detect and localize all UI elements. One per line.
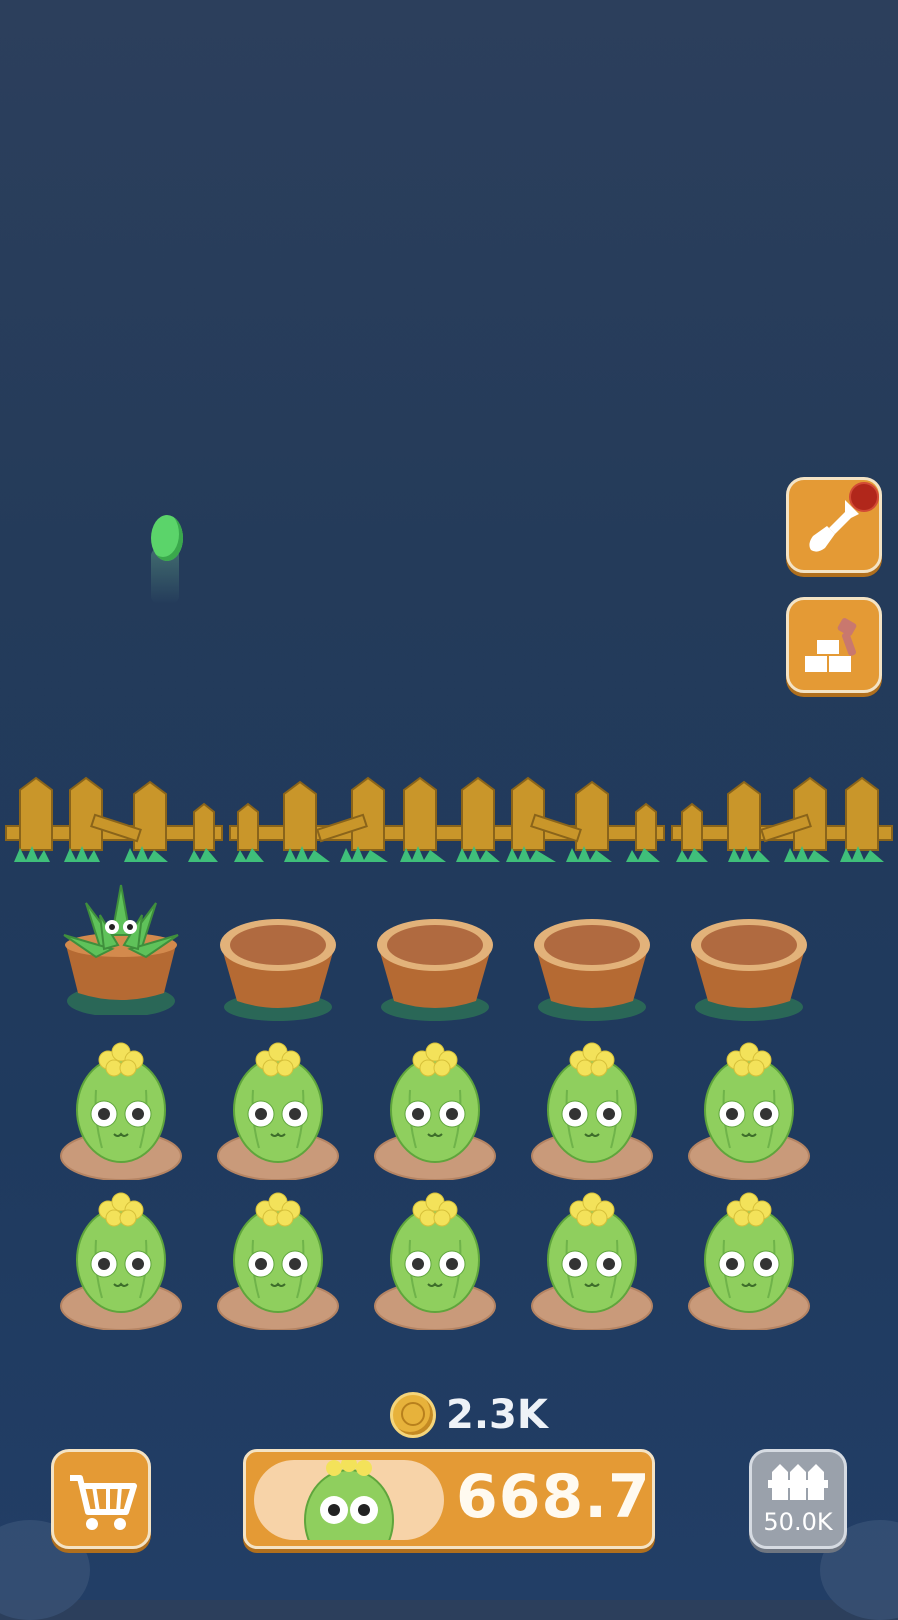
fence-icon [768,1464,828,1500]
empty-pot[interactable] [370,915,500,1045]
shopping-cart-icon [70,1475,137,1530]
notification-dot [849,482,879,512]
plant-cactus[interactable] [527,1190,657,1330]
pot-icon [534,919,650,1021]
plant-cactus[interactable] [213,1190,343,1330]
plant-cactus[interactable] [684,1190,814,1330]
cactus-icon [374,1192,496,1330]
cactus-icon [531,1192,653,1330]
pot-icon [377,919,493,1021]
cactus-icon [531,1042,653,1180]
plant-cactus[interactable] [213,1040,343,1180]
coin-amount: 2.3K [446,1392,548,1438]
aloe-plant-icon [63,884,179,1015]
cactus-icon [217,1042,339,1180]
cactus-icon [304,1460,394,1540]
coin-icon [390,1392,436,1438]
plant-cactus[interactable] [56,1040,186,1180]
plant-cactus[interactable] [527,1040,657,1180]
plant-aloe[interactable] [56,875,186,1015]
pot-icon [220,919,336,1021]
pot-icon [691,919,807,1021]
cactus-icon [374,1042,496,1180]
plant-cactus[interactable] [370,1190,500,1330]
fence-upgrade-cost: 50.0K [763,1508,833,1536]
falling-seed [151,515,183,561]
cactus-icon [217,1192,339,1330]
fence-upgrade-button[interactable]: 50.0K [749,1449,847,1549]
cactus-icon [688,1042,810,1180]
shop-button[interactable] [51,1449,151,1549]
empty-pot[interactable] [527,915,657,1045]
plant-cactus[interactable] [684,1040,814,1180]
plant-cactus[interactable] [370,1040,500,1180]
empty-pot[interactable] [213,915,343,1045]
plant-preview [254,1460,444,1540]
build-icon [805,618,857,672]
garden-fence [5,776,893,862]
plant-cactus[interactable] [56,1190,186,1330]
cactus-icon [688,1192,810,1330]
shovel-button[interactable] [786,477,882,573]
buy-plant-button[interactable]: 668.7 [243,1449,655,1549]
buy-price: 668.7 [456,1462,651,1532]
cactus-icon [60,1192,182,1330]
empty-pot[interactable] [684,915,814,1045]
cactus-icon [60,1042,182,1180]
coin-counter: 2.3K [390,1390,548,1440]
build-button[interactable] [786,597,882,693]
